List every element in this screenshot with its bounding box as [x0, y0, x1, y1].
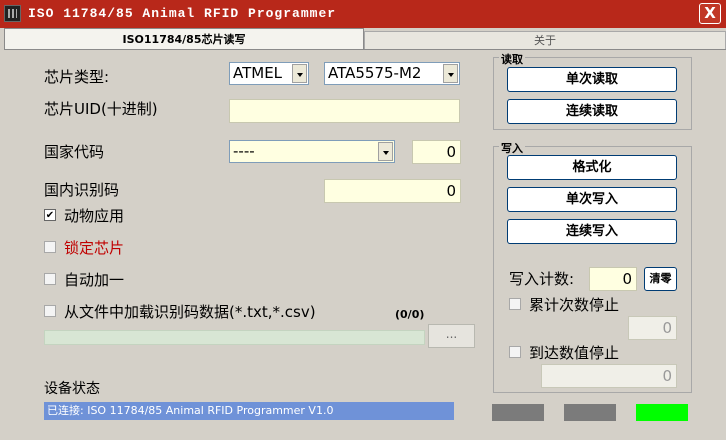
- tab-panel-border: [4, 49, 726, 50]
- reach-stop-checkbox[interactable]: [509, 346, 521, 358]
- write-group-title: 写入: [499, 140, 525, 156]
- load-file-label: 从文件中加载识别码数据(*.txt,*.csv): [64, 303, 316, 321]
- single-read-button[interactable]: 单次读取: [507, 67, 677, 92]
- chip-uid-label: 芯片UID(十进制): [44, 100, 158, 118]
- reach-value-field[interactable]: 0: [541, 364, 677, 388]
- app-icon: [4, 5, 21, 22]
- device-status-text: 已连接: ISO 11784/85 Animal RFID Programmer…: [44, 402, 454, 420]
- chevron-down-icon[interactable]: [292, 64, 307, 83]
- status-indicator-1: [492, 404, 544, 421]
- status-indicator-3: [636, 404, 688, 421]
- load-file-checkbox[interactable]: [44, 305, 56, 317]
- country-code-field[interactable]: 0: [412, 140, 461, 164]
- format-button[interactable]: 格式化: [507, 155, 677, 180]
- lock-chip-checkbox[interactable]: [44, 241, 56, 253]
- accumulate-stop-checkbox[interactable]: [509, 298, 521, 310]
- continuous-read-button[interactable]: 连续读取: [507, 99, 677, 124]
- chip-vendor-select[interactable]: ATMEL: [229, 62, 309, 85]
- animal-app-checkbox[interactable]: ✔: [44, 209, 56, 221]
- chip-type-label: 芯片类型:: [44, 68, 110, 86]
- chip-vendor-value: ATMEL: [233, 64, 283, 82]
- accumulate-stop-label: 累计次数停止: [529, 296, 620, 314]
- title-bar: ISO 11784/85 Animal RFID Programmer X: [0, 0, 726, 28]
- reach-stop-label: 到达数值停止: [529, 344, 620, 362]
- write-count-field[interactable]: 0: [589, 267, 637, 291]
- national-id-label: 国内识别码: [44, 181, 120, 199]
- write-count-label: 写入计数:: [509, 270, 575, 288]
- national-id-field[interactable]: 0: [324, 179, 461, 203]
- file-progress-count: (0/0): [395, 308, 425, 321]
- close-button[interactable]: X: [699, 3, 721, 24]
- browse-button[interactable]: ...: [428, 324, 475, 348]
- device-status-label: 设备状态: [44, 381, 100, 397]
- lock-chip-label: 锁定芯片: [64, 239, 125, 257]
- auto-increment-label: 自动加一: [64, 271, 125, 289]
- chevron-down-icon[interactable]: [443, 64, 458, 83]
- country-code-select[interactable]: ----: [229, 140, 395, 163]
- chevron-down-icon[interactable]: [378, 142, 393, 161]
- file-progress-bar: [44, 330, 425, 345]
- country-code-select-value: ----: [233, 142, 255, 160]
- continuous-write-button[interactable]: 连续写入: [507, 219, 677, 244]
- country-code-label: 国家代码: [44, 143, 105, 161]
- tab-about[interactable]: 关于: [364, 31, 726, 50]
- status-indicator-2: [564, 404, 616, 421]
- chip-model-select[interactable]: ATA5575-M2: [324, 62, 460, 85]
- chip-uid-field[interactable]: [229, 99, 460, 123]
- accumulate-value-field[interactable]: 0: [628, 316, 677, 340]
- auto-increment-checkbox[interactable]: [44, 273, 56, 285]
- tab-chip-read-write[interactable]: ISO11784/85芯片读写: [4, 28, 364, 50]
- single-write-button[interactable]: 单次写入: [507, 187, 677, 212]
- window-title: ISO 11784/85 Animal RFID Programmer: [28, 6, 337, 21]
- animal-app-label: 动物应用: [64, 207, 125, 225]
- read-group-title: 读取: [499, 51, 525, 67]
- chip-model-value: ATA5575-M2: [328, 64, 422, 82]
- clear-count-button[interactable]: 清零: [644, 267, 677, 291]
